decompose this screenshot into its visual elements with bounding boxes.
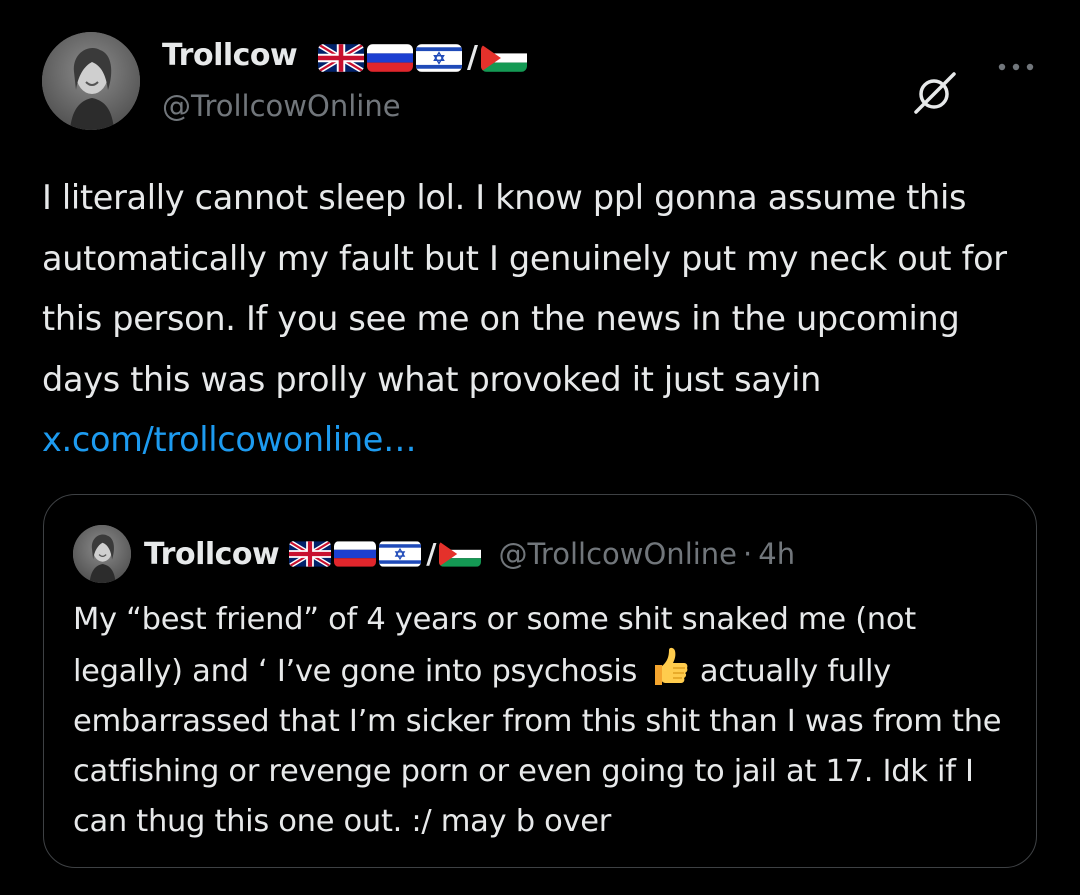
palestine-flag-icon [439, 541, 482, 567]
quoted-author-handle[interactable]: @TrollcowOnline [498, 537, 737, 571]
author-handle[interactable]: @TrollcowOnline [162, 86, 401, 126]
quoted-header: Trollcow / @TrollcowOnline · 4h [144, 529, 795, 579]
quoted-tweet[interactable]: Trollcow / @TrollcowOnline · 4h My “best… [43, 494, 1037, 868]
author-name[interactable]: Trollcow [162, 34, 298, 78]
uk-flag-icon [289, 541, 332, 567]
russia-flag-icon [334, 541, 377, 567]
tweet-text-body: I literally cannot sleep lol. I know ppl… [42, 178, 1007, 399]
russia-flag-icon [367, 44, 413, 72]
quoted-author-flags: / [289, 540, 484, 568]
flag-separator: / [467, 40, 478, 75]
palestine-flag-icon [480, 44, 527, 72]
quoted-timestamp[interactable]: 4h [758, 537, 795, 571]
tweet: Trollcow / @TrollcowOnline I literally c… [0, 0, 1080, 895]
flag-separator: / [426, 537, 437, 570]
author-flags: / [318, 42, 530, 74]
separator-dot: · [743, 537, 753, 571]
israel-flag-icon [416, 44, 462, 72]
israel-flag-icon [379, 541, 422, 567]
avatar[interactable] [42, 32, 140, 130]
more-options-icon[interactable] [996, 58, 1036, 71]
tweet-link[interactable]: x.com/trollcowonline… [42, 420, 417, 459]
tweet-text: I literally cannot sleep lol. I know ppl… [42, 168, 1042, 471]
quoted-author-name[interactable]: Trollcow [144, 537, 280, 572]
uk-flag-icon [318, 44, 364, 72]
quoted-text: My “best friend” of 4 years or some shit… [73, 595, 1013, 847]
thumbs-up-emoji [647, 645, 691, 689]
grok-icon[interactable] [912, 70, 958, 116]
quoted-avatar[interactable] [73, 525, 131, 583]
